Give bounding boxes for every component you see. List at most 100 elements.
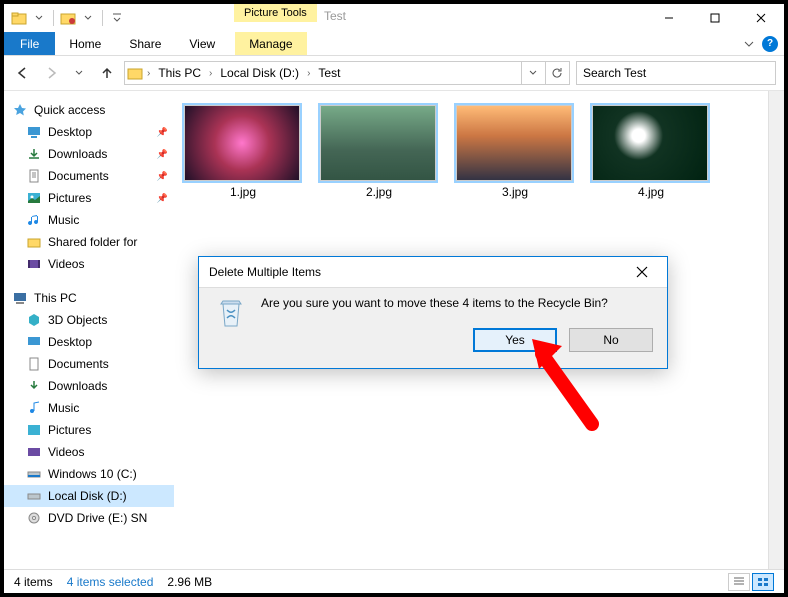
desktop-icon [26,124,42,140]
thumbnail-icon [456,105,572,181]
refresh-button[interactable] [545,62,567,84]
vertical-scrollbar[interactable] [768,91,784,569]
thumbnail-icon [184,105,300,181]
breadcrumb[interactable]: Local Disk (D:) [216,62,303,84]
desktop-icon [26,334,42,350]
context-tab-label: Picture Tools [234,4,317,22]
window-title: Test [324,9,346,23]
dialog-close-button[interactable] [627,257,657,287]
nav-item-downloads[interactable]: Downloads📌 [4,143,174,165]
thumbnail-icon [592,105,708,181]
delete-confirm-dialog: Delete Multiple Items Are you sure you w… [198,256,668,369]
pc-icon [12,290,28,306]
file-label: 1.jpg [184,185,302,199]
nav-item-3d-objects[interactable]: 3D Objects [4,309,174,331]
maximize-button[interactable] [692,4,738,32]
nav-item-music[interactable]: Music [4,209,174,231]
tab-view[interactable]: View [175,32,229,55]
minimize-button[interactable] [646,4,692,32]
nav-item-videos[interactable]: Videos [4,441,174,463]
recent-locations-button[interactable] [68,62,90,84]
file-item[interactable]: 2.jpg [320,105,438,199]
chevron-right-icon[interactable]: › [145,68,152,79]
3d-icon [26,312,42,328]
recycle-bin-icon [213,296,249,332]
address-dropdown-button[interactable] [521,62,543,84]
nav-item-documents[interactable]: Documents [4,353,174,375]
breadcrumb[interactable]: Test [314,62,344,84]
downloads-icon [26,378,42,394]
dialog-message: Are you sure you want to move these 4 it… [261,296,653,310]
folder-icon [26,234,42,250]
star-icon [12,102,28,118]
pin-icon: 📌 [157,193,168,204]
drive-icon [26,466,42,482]
close-button[interactable] [738,4,784,32]
nav-item-desktop[interactable]: Desktop📌 [4,121,174,143]
nav-item-pictures[interactable]: Pictures [4,419,174,441]
nav-item-shared-folder[interactable]: Shared folder for [4,231,174,253]
status-selected-count: 4 items selected [67,575,154,589]
downloads-icon [26,146,42,162]
file-tab[interactable]: File [4,32,55,55]
file-label: 2.jpg [320,185,438,199]
nav-item-dvd-drive[interactable]: DVD Drive (E:) SN [4,507,174,529]
breadcrumb[interactable]: This PC [154,62,205,84]
qat-customize-icon[interactable] [108,9,126,27]
address-bar[interactable]: › This PC › Local Disk (D:) › Test [124,61,570,85]
chevron-down-icon[interactable] [30,9,48,27]
forward-button[interactable] [40,62,62,84]
nav-this-pc[interactable]: This PC [4,287,174,309]
ribbon-collapse-icon[interactable] [744,39,754,49]
address-row: › This PC › Local Disk (D:) › Test Searc… [4,56,784,90]
properties-icon[interactable] [59,9,77,27]
music-icon [26,400,42,416]
file-item[interactable]: 4.jpg [592,105,710,199]
pin-icon: 📌 [157,171,168,182]
up-button[interactable] [96,62,118,84]
pin-icon: 📌 [157,127,168,138]
nav-item-videos[interactable]: Videos [4,253,174,275]
dialog-title: Delete Multiple Items [209,265,321,279]
navigation-pane[interactable]: Quick access Desktop📌 Downloads📌 Documen… [4,91,174,569]
no-button[interactable]: No [569,328,653,352]
nav-item-drive-c[interactable]: Windows 10 (C:) [4,463,174,485]
documents-icon [26,356,42,372]
status-item-count: 4 items [14,575,53,589]
ribbon-tabs: File Home Share View Manage ? [4,32,784,56]
tab-manage[interactable]: Manage [235,32,306,55]
folder-icon [10,9,28,27]
tab-share[interactable]: Share [115,32,175,55]
nav-item-documents[interactable]: Documents📌 [4,165,174,187]
file-item[interactable]: 1.jpg [184,105,302,199]
file-label: 4.jpg [592,185,710,199]
thumbnail-icon [320,105,436,181]
documents-icon [26,168,42,184]
back-button[interactable] [12,62,34,84]
nav-item-pictures[interactable]: Pictures📌 [4,187,174,209]
search-input[interactable]: Search Test [576,61,776,85]
tab-home[interactable]: Home [55,32,115,55]
nav-item-desktop[interactable]: Desktop [4,331,174,353]
chevron-down-icon[interactable] [79,9,97,27]
file-label: 3.jpg [456,185,574,199]
help-icon[interactable]: ? [762,36,778,52]
folder-icon [127,65,143,81]
nav-item-drive-d[interactable]: Local Disk (D:) [4,485,174,507]
chevron-right-icon[interactable]: › [207,68,214,79]
nav-item-downloads[interactable]: Downloads [4,375,174,397]
status-size: 2.96 MB [167,575,212,589]
statusbar: 4 items 4 items selected 2.96 MB [4,569,784,593]
dvd-icon [26,510,42,526]
thumbnails-view-button[interactable] [752,573,774,591]
file-item[interactable]: 3.jpg [456,105,574,199]
quick-access-toolbar [4,4,132,32]
music-icon [26,212,42,228]
nav-quick-access[interactable]: Quick access [4,99,174,121]
nav-item-music[interactable]: Music [4,397,174,419]
drive-icon [26,488,42,504]
yes-button[interactable]: Yes [473,328,557,352]
search-placeholder: Search Test [583,66,646,80]
details-view-button[interactable] [728,573,750,591]
chevron-right-icon[interactable]: › [305,68,312,79]
